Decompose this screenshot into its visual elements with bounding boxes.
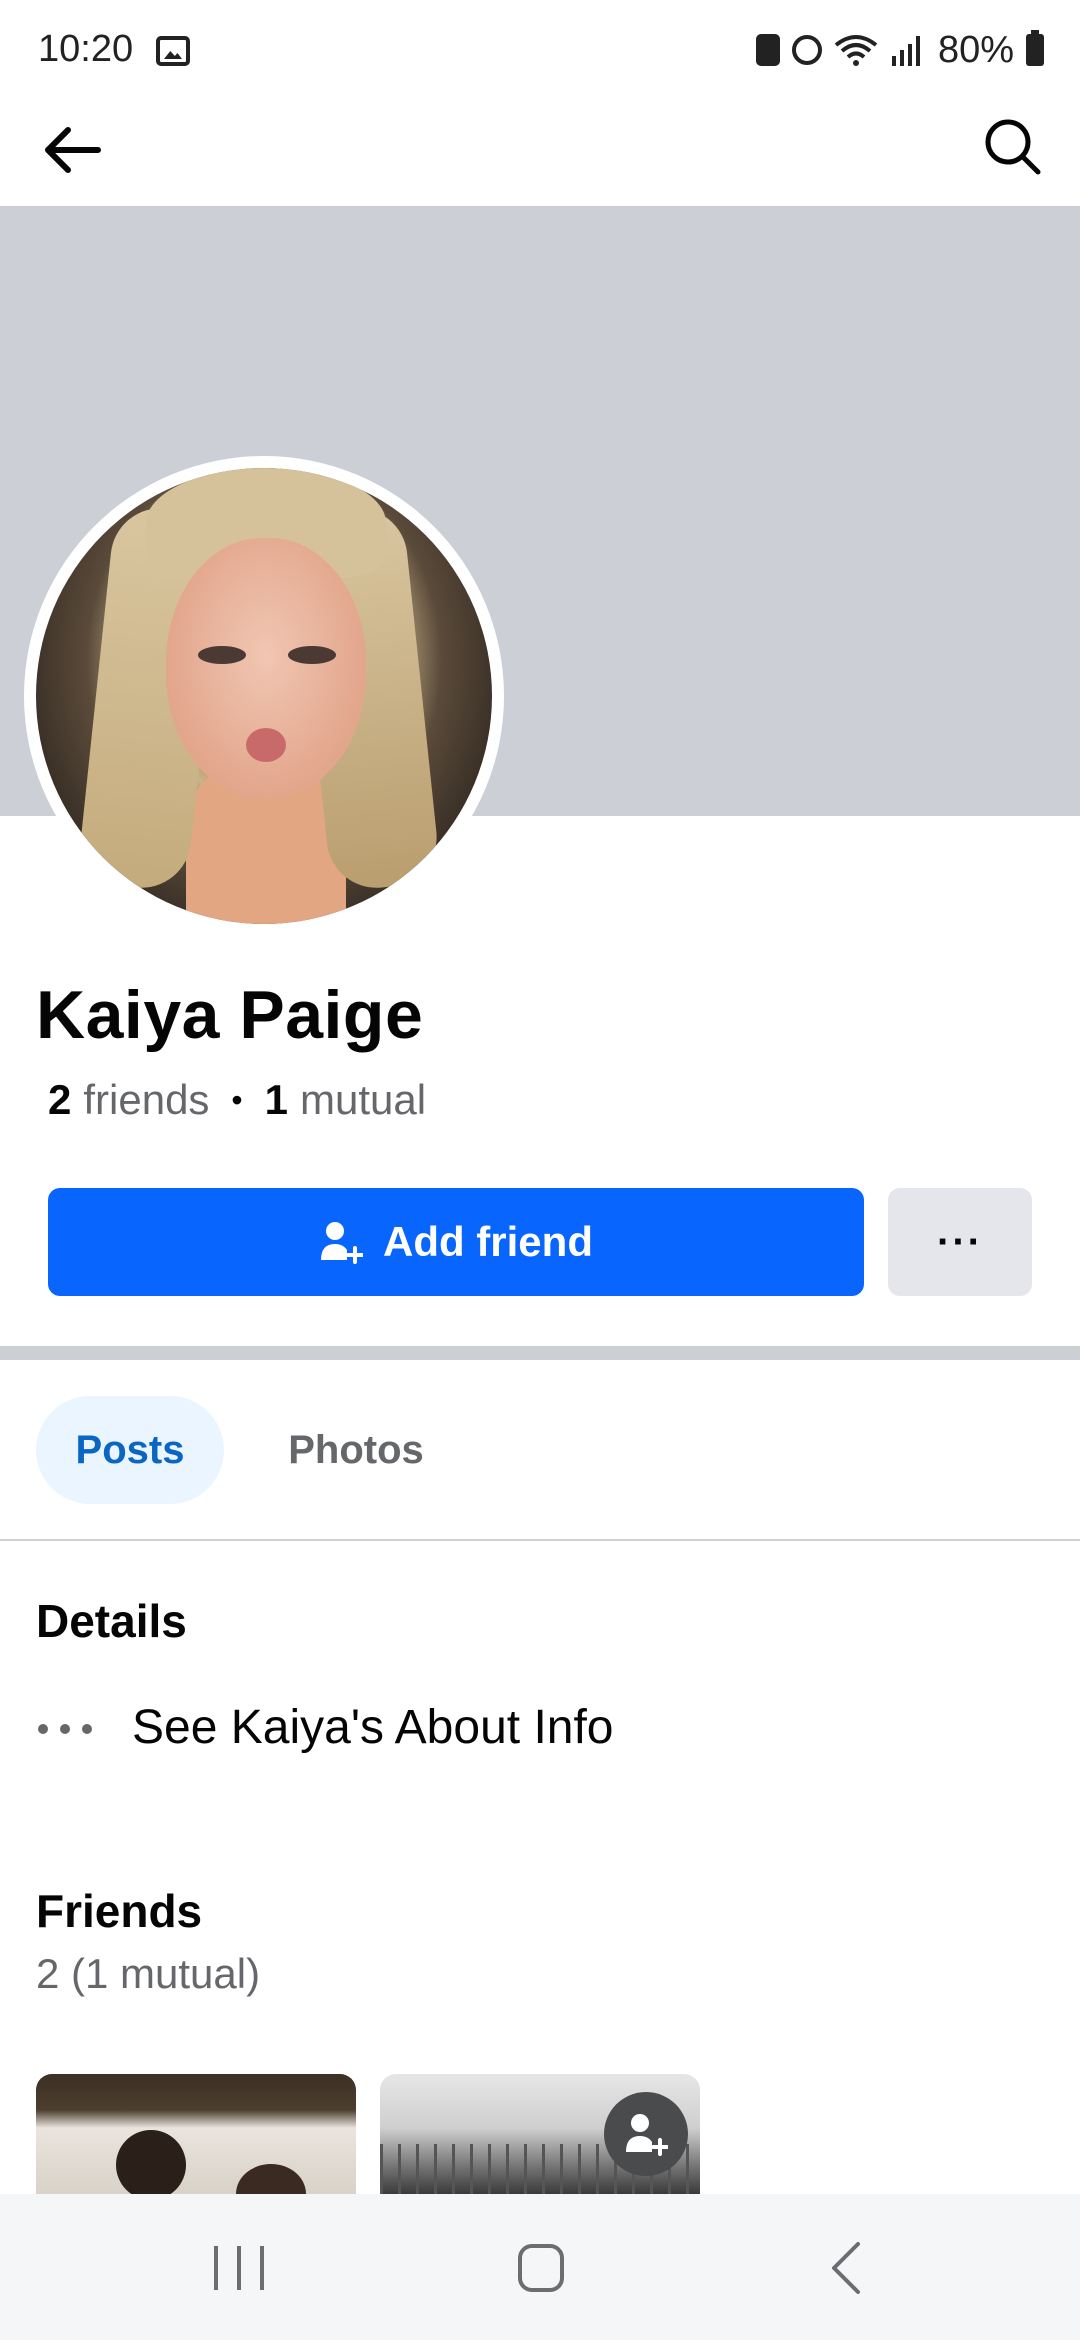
friends-summary[interactable]: 2 friends • 1 mutual xyxy=(48,1076,426,1124)
status-icons: 80% xyxy=(755,28,1044,72)
about-info-link[interactable]: See Kaiya's About Info xyxy=(132,1700,614,1755)
status-time: 10:20 xyxy=(38,28,134,70)
battery-saver-icon xyxy=(755,34,780,66)
top-nav xyxy=(0,100,1080,206)
alarm-icon xyxy=(791,35,822,65)
friends-count: 2 xyxy=(48,1076,72,1123)
arrow-left-icon[interactable] xyxy=(40,118,104,182)
more-options-button[interactable]: ··· xyxy=(888,1188,1032,1296)
details-heading: Details xyxy=(36,1595,187,1647)
add-friend-button[interactable]: Add friend xyxy=(48,1188,864,1296)
friends-label: friends xyxy=(83,1076,210,1123)
status-bar: 10:20 80% xyxy=(0,0,1080,100)
friends-count-text: 2 (1 mutual) xyxy=(36,1950,261,1997)
nav-back-icon[interactable] xyxy=(826,2240,866,2296)
battery-percent: 80% xyxy=(937,28,1014,71)
search-icon[interactable] xyxy=(980,114,1044,178)
signal-icon xyxy=(891,36,920,66)
profile-name: Kaiya Paige xyxy=(36,977,424,1053)
image-notification-icon xyxy=(156,36,190,66)
mutual-label: mutual xyxy=(299,1076,427,1123)
home-icon[interactable] xyxy=(518,2244,564,2292)
recents-icon[interactable] xyxy=(214,2246,264,2290)
add-friend-badge-icon[interactable] xyxy=(604,2092,688,2176)
tab-posts[interactable]: Posts xyxy=(36,1396,224,1504)
tab-photos[interactable]: Photos xyxy=(268,1396,444,1504)
add-person-icon xyxy=(626,2114,668,2156)
tabs-divider xyxy=(0,1539,1080,1541)
battery-icon xyxy=(1026,30,1044,66)
more-horizontal-icon xyxy=(38,1714,92,1744)
section-divider xyxy=(0,1346,1080,1360)
separator-dot: • xyxy=(231,1081,243,1118)
friends-heading: Friends xyxy=(36,1885,203,1937)
add-friend-icon xyxy=(321,1222,363,1264)
system-nav-bar xyxy=(0,2194,1080,2340)
avatar-photo xyxy=(36,468,492,924)
friend-tile[interactable] xyxy=(36,2074,356,2194)
mutual-count: 1 xyxy=(264,1076,288,1123)
add-friend-label: Add friend xyxy=(383,1218,593,1265)
wifi-icon xyxy=(834,35,878,66)
profile-avatar[interactable] xyxy=(24,456,504,936)
